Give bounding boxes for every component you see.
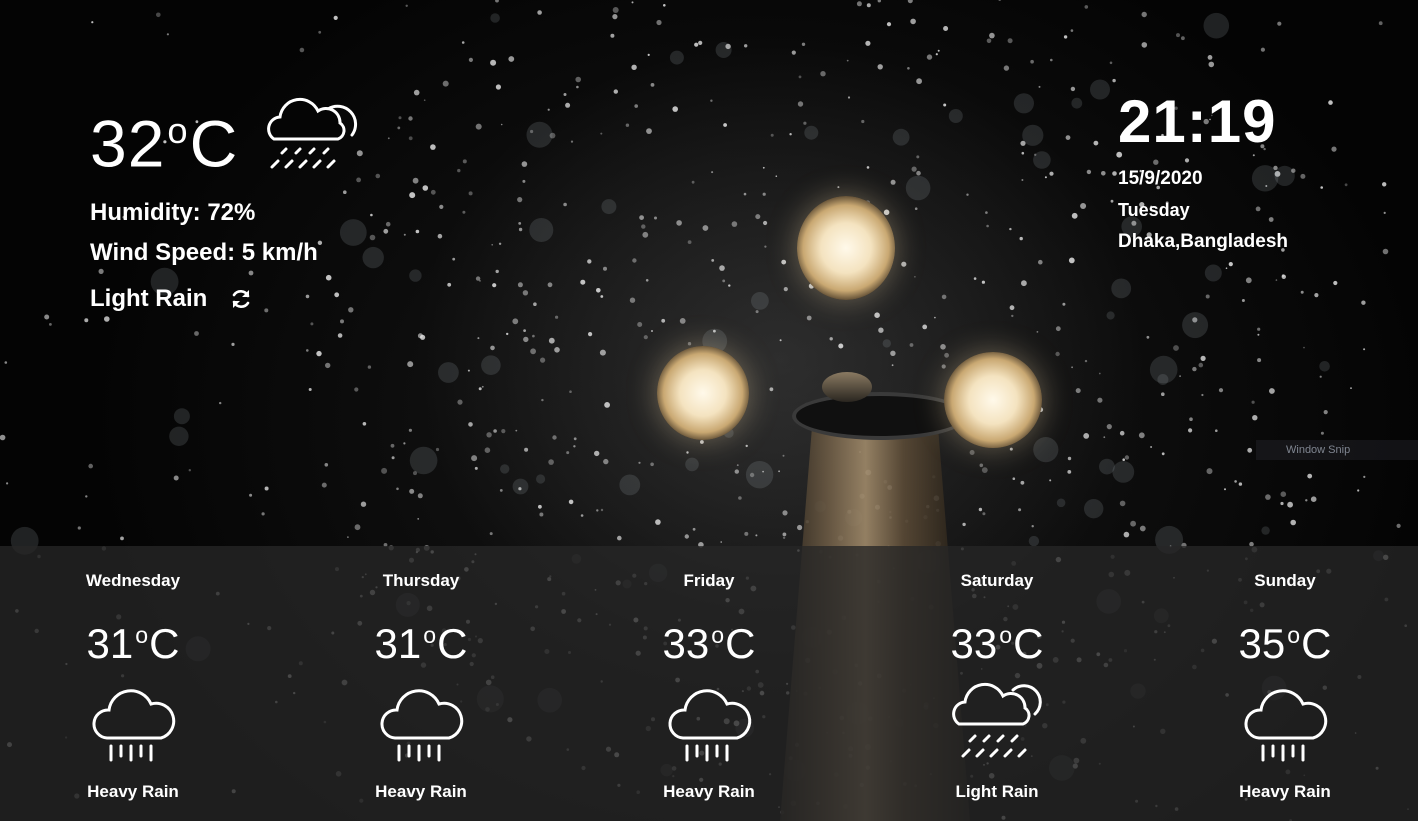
- degree-symbol: o: [999, 622, 1013, 648]
- forecast-temperature-value: 31: [86, 620, 134, 667]
- forecast-temperature-unit: C: [149, 620, 180, 667]
- clock-panel: 21:19 15/9/2020 Tuesday Dhaka,Bangladesh: [1118, 88, 1288, 253]
- heavy-rain-icon: [331, 676, 511, 772]
- wind-speed-text: Wind Speed: 5 km/h: [90, 238, 318, 266]
- forecast-day-card: Wednesday 31oC Heavy Rain: [43, 546, 223, 802]
- degree-symbol: o: [1287, 622, 1301, 648]
- heavy-rain-icon: [43, 676, 223, 772]
- current-weather-panel: 32oC Humidity: 72% Wind Speed: 5 km/h Li…: [90, 88, 360, 313]
- degree-symbol: o: [423, 622, 437, 648]
- forecast-condition: Light Rain: [955, 782, 1039, 801]
- forecast-temperature-value: 33: [950, 620, 998, 667]
- refresh-icon[interactable]: [229, 287, 253, 311]
- current-condition-row: Light Rain: [90, 285, 360, 313]
- forecast-temperature: 33oC: [907, 609, 1087, 670]
- current-temperature: 32oC: [90, 88, 238, 187]
- current-day: Tuesday: [1118, 200, 1190, 220]
- forecast-day-name: Friday: [683, 571, 735, 590]
- forecast-temperature: 31oC: [331, 609, 511, 670]
- degree-symbol: o: [167, 110, 189, 151]
- current-temp-row: 32oC: [90, 88, 360, 187]
- forecast-condition: Heavy Rain: [375, 782, 467, 801]
- current-temperature-unit: C: [189, 106, 239, 181]
- forecast-temperature-value: 35: [1238, 620, 1286, 667]
- forecast-strip: Wednesday 31oC Heavy Rain Thursday 31oC …: [0, 546, 1418, 821]
- forecast-day-card: Sunday 35oC Heavy Rain: [1195, 546, 1375, 802]
- street-lamp-left: [657, 346, 749, 440]
- current-condition-text: Light Rain: [90, 284, 208, 312]
- light-rain-icon: [907, 676, 1087, 772]
- light-rain-icon: [267, 98, 358, 169]
- humidity-text: Humidity: 72%: [90, 198, 256, 226]
- forecast-temperature: 35oC: [1195, 609, 1375, 670]
- window-snip-label: Window Snip: [1256, 440, 1418, 460]
- forecast-day-name: Thursday: [382, 571, 460, 590]
- forecast-day-name: Saturday: [960, 571, 1034, 590]
- current-time: 21:19: [1118, 88, 1277, 155]
- forecast-temperature-unit: C: [1301, 620, 1332, 667]
- forecast-temperature-unit: C: [1013, 620, 1044, 667]
- heavy-rain-icon: [619, 676, 799, 772]
- lamp-post-collar: [792, 392, 968, 440]
- forecast-temperature-unit: C: [725, 620, 756, 667]
- forecast-temperature: 33oC: [619, 609, 799, 670]
- forecast-condition: Heavy Rain: [663, 782, 755, 801]
- forecast-temperature-value: 31: [374, 620, 422, 667]
- forecast-temperature-value: 33: [662, 620, 710, 667]
- forecast-day-name: Sunday: [1254, 571, 1316, 590]
- forecast-temperature-unit: C: [437, 620, 468, 667]
- forecast-day-card: Saturday 33oC Light Rain: [907, 546, 1087, 802]
- degree-symbol: o: [711, 622, 725, 648]
- street-lamp-right: [944, 352, 1042, 448]
- heavy-rain-icon: [1195, 676, 1375, 772]
- forecast-day-name: Wednesday: [85, 571, 181, 590]
- lamp-post-cap: [822, 372, 872, 402]
- degree-symbol: o: [135, 622, 149, 648]
- location-text: Dhaka,Bangladesh: [1118, 231, 1288, 252]
- forecast-condition: Heavy Rain: [1239, 782, 1331, 801]
- forecast-day-card: Friday 33oC Heavy Rain: [619, 546, 799, 802]
- forecast-condition: Heavy Rain: [87, 782, 179, 801]
- current-date: 15/9/2020: [1118, 168, 1203, 189]
- street-lamp-top: [797, 196, 895, 300]
- forecast-day-card: Thursday 31oC Heavy Rain: [331, 546, 511, 802]
- forecast-temperature: 31oC: [43, 609, 223, 670]
- current-temperature-value: 32: [90, 106, 166, 181]
